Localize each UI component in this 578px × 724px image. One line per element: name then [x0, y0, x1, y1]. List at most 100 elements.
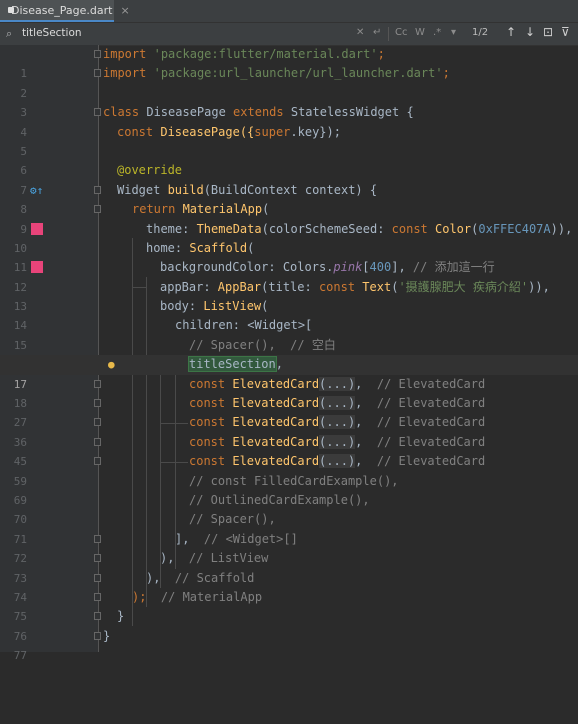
code-line[interactable]: 15 children: <Widget>[: [0, 316, 578, 351]
fold-marker-icon[interactable]: [94, 69, 101, 78]
punct: ;: [442, 66, 450, 81]
color-swatch-icon[interactable]: [31, 261, 43, 274]
code-line[interactable]: 9 return MaterialApp(: [0, 200, 578, 235]
match-count: 1/2: [472, 27, 489, 38]
folded-code-placeholder[interactable]: (...): [319, 434, 356, 449]
code-line[interactable]: 3: [0, 84, 578, 119]
match-case-toggle[interactable]: Cc: [395, 27, 407, 38]
code-line[interactable]: 59 const ElevatedCard(...), // ElevatedC…: [0, 452, 578, 488]
close-icon[interactable]: ×: [120, 4, 129, 17]
fold-marker-icon[interactable]: [94, 418, 101, 427]
tab-disease-page[interactable]: Disease_Page.dart ×: [0, 0, 130, 22]
fold-marker-icon[interactable]: [94, 379, 101, 388]
comment: // Spacer(), // 空白: [189, 337, 336, 352]
code-line[interactable]: 69 // const FilledCardExample(),: [0, 472, 578, 507]
fold-marker-icon[interactable]: [94, 612, 101, 621]
search-icon[interactable]: ⌕: [6, 27, 17, 41]
select-all-occurrences-icon[interactable]: ⊡: [543, 25, 553, 39]
code-text: }: [103, 628, 111, 643]
fold-marker-icon[interactable]: [94, 534, 101, 543]
code-line[interactable]: 13 appBar: AppBar(title: const Text('摄護腺…: [0, 278, 578, 313]
class-name: ElevatedCard: [225, 454, 320, 469]
color-swatch-icon[interactable]: [31, 222, 43, 235]
fold-marker-icon[interactable]: [94, 399, 101, 408]
code-line[interactable]: 7 @override: [0, 161, 578, 196]
folded-code-placeholder[interactable]: (...): [319, 376, 356, 391]
code-text: backgroundColor: Colors.: [160, 260, 334, 275]
filter-icon[interactable]: ▾: [451, 27, 456, 38]
fold-marker-icon[interactable]: [94, 108, 101, 117]
code-line[interactable]: 12 backgroundColor: Colors.pink[400], //…: [0, 258, 578, 293]
code-line[interactable]: 16 // Spacer(), // 空白: [0, 336, 578, 371]
string: 'package:url_launcher/url_launcher.dart': [153, 66, 443, 81]
next-occurrence-icon[interactable]: ↓: [525, 25, 535, 39]
code-line[interactable]: 14 body: ListView(: [0, 297, 578, 332]
keyword: class: [103, 105, 140, 120]
code-text: [: [362, 260, 370, 275]
folded-code-placeholder[interactable]: (...): [319, 454, 356, 469]
field: pink: [333, 260, 363, 275]
code-line[interactable]: 10 theme: ThemeData(colorSchemeSeed: con…: [0, 220, 578, 255]
lightbulb-icon[interactable]: ●: [108, 355, 115, 374]
code-line[interactable]: 11 home: Scaffold(: [0, 239, 578, 274]
keyword: import: [103, 66, 147, 81]
code-line[interactable]: 2 import 'package:url_launcher/url_launc…: [0, 64, 578, 99]
code-text: ),: [160, 551, 189, 566]
divider: [388, 27, 389, 41]
code-line[interactable]: 75 ); // MaterialApp: [0, 588, 578, 623]
code-line[interactable]: 71 // Spacer(),: [0, 510, 578, 545]
punct: ;: [377, 47, 385, 61]
code-line[interactable]: 77 }: [0, 627, 578, 662]
fold-marker-icon[interactable]: [94, 592, 101, 601]
search-input[interactable]: titleSection: [22, 27, 82, 39]
code-line[interactable]: 18 const ElevatedCard(...), // ElevatedC…: [0, 375, 578, 410]
fold-marker-icon[interactable]: [94, 205, 101, 214]
code-text: children: <Widget>[: [175, 318, 313, 333]
whole-words-toggle[interactable]: W: [415, 27, 425, 38]
regex-toggle[interactable]: .*: [433, 27, 441, 38]
code-line[interactable]: 4 class DiseasePage extends StatelessWid…: [0, 103, 578, 138]
fold-marker-icon[interactable]: [94, 573, 101, 582]
filter-results-icon[interactable]: ⊽: [561, 25, 570, 39]
code-line[interactable]: 74 ), // Scaffold: [0, 569, 578, 604]
fold-marker-icon[interactable]: [94, 185, 101, 194]
previous-occurrence-icon[interactable]: ↑: [506, 25, 516, 39]
code-text: (title:: [261, 279, 319, 294]
class-name: ElevatedCard: [225, 376, 320, 391]
new-line-icon[interactable]: ↵: [373, 27, 381, 38]
clear-search-icon[interactable]: ✕: [356, 27, 364, 38]
code-line[interactable]: 70 // OutlinedCardExample(),: [0, 491, 578, 526]
code-line[interactable]: 5 const DiseasePage({super.key});: [0, 123, 578, 158]
code-text: ,: [355, 454, 377, 469]
keyword: const: [189, 396, 226, 411]
code-text: }: [117, 609, 125, 624]
code-text: );: [132, 589, 161, 604]
fold-marker-icon[interactable]: [94, 554, 101, 563]
code-line[interactable]: 1 import 'package:flutter/material.dart'…: [0, 45, 578, 80]
code-line[interactable]: 27 const ElevatedCard(...), // ElevatedC…: [0, 394, 578, 429]
keyword: const: [391, 221, 428, 236]
comment: // ElevatedCard: [376, 376, 486, 391]
code-line[interactable]: 8 ⚙↑ Widget build(BuildContext context) …: [0, 181, 578, 216]
class-name: ElevatedCard: [225, 415, 320, 430]
code-line[interactable]: 36 const ElevatedCard(...), // ElevatedC…: [0, 413, 578, 449]
search-match[interactable]: titleSection: [188, 356, 277, 373]
code-editor[interactable]: 1 import 'package:flutter/material.dart'…: [0, 45, 578, 662]
fold-marker-icon[interactable]: [94, 457, 101, 466]
code-line[interactable]: 76 }: [0, 607, 578, 642]
code-line[interactable]: 45 const ElevatedCard(...), // ElevatedC…: [0, 433, 578, 468]
code-line-current[interactable]: 17 ● titleSection,: [0, 355, 578, 391]
code-line[interactable]: 73 ), // ListView: [0, 549, 578, 584]
tab-label: Disease_Page.dart: [11, 3, 113, 17]
folded-code-placeholder[interactable]: (...): [319, 415, 356, 430]
override-gutter-icon[interactable]: ⚙↑: [30, 181, 43, 200]
editor-tab-bar: Disease_Page.dart ×: [0, 0, 578, 23]
code-text: (: [262, 202, 270, 217]
code-line[interactable]: 6: [0, 142, 578, 177]
folded-code-placeholder[interactable]: (...): [319, 396, 356, 411]
code-text: (: [261, 299, 269, 314]
fold-marker-icon[interactable]: [94, 437, 101, 446]
fold-marker-icon[interactable]: [94, 631, 101, 640]
code-line[interactable]: 72 ], // <Widget>[]: [0, 530, 578, 565]
fold-marker-icon[interactable]: [94, 50, 101, 58]
